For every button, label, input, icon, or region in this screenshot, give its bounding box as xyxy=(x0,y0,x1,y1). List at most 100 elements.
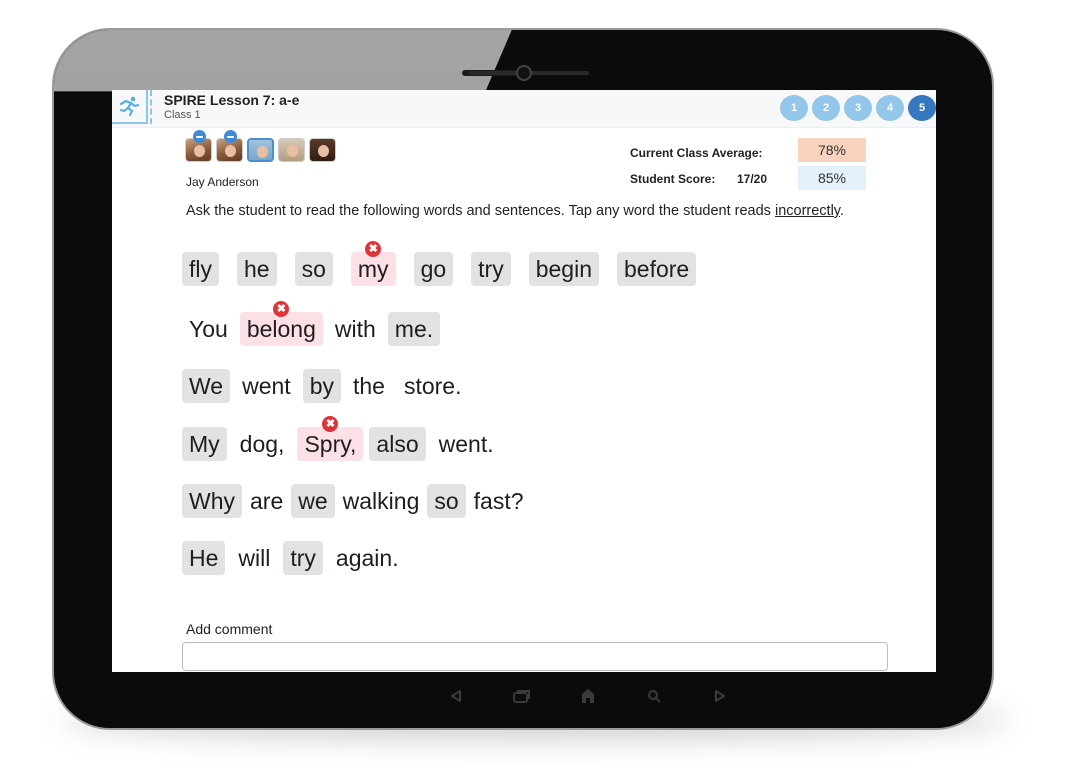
avatar-face xyxy=(257,146,268,158)
avatar[interactable] xyxy=(216,130,243,162)
word-text: dog, xyxy=(239,431,285,457)
comment-input[interactable] xyxy=(182,642,888,671)
camera-icon xyxy=(516,65,532,81)
word-tile[interactable]: We xyxy=(182,369,231,403)
error-x-icon[interactable]: ✖ xyxy=(365,241,382,257)
word-text: Why xyxy=(189,488,235,514)
student-score-fraction: 17/20 xyxy=(737,172,768,186)
word-text: belong xyxy=(246,316,316,342)
word: with xyxy=(328,312,383,346)
word-tile[interactable]: so xyxy=(294,252,333,286)
remove-student-icon[interactable] xyxy=(224,130,237,143)
lesson-title: SPIRE Lesson 7: a-e xyxy=(164,92,300,108)
word-tile[interactable]: fly xyxy=(182,252,219,286)
word-tile[interactable]: he xyxy=(237,252,277,286)
step-2[interactable]: 2 xyxy=(812,95,840,121)
word-text: My xyxy=(189,431,220,457)
sentence-row: He will try again. xyxy=(182,541,406,575)
class-average-label: Current Class Average: xyxy=(630,146,763,160)
word-tile[interactable]: so xyxy=(427,484,466,518)
word-tile[interactable]: by xyxy=(302,369,341,403)
error-x-icon[interactable]: ✖ xyxy=(273,301,290,317)
word-text: go xyxy=(420,256,447,282)
word-text: We xyxy=(189,373,224,399)
class-average-value: 78% xyxy=(798,138,866,162)
word-marked-incorrect[interactable]: my ✖ xyxy=(350,241,396,286)
word-tile[interactable]: My xyxy=(182,427,227,461)
word: the xyxy=(346,369,392,403)
word-text: we xyxy=(298,488,328,514)
step-4[interactable]: 4 xyxy=(876,95,904,121)
word-tile[interactable]: we xyxy=(291,484,335,518)
word: store. xyxy=(397,369,469,403)
student-score-value: 85% xyxy=(798,166,866,190)
word-text: so xyxy=(434,488,459,514)
word-text: He xyxy=(189,545,219,571)
error-x-icon[interactable]: ✖ xyxy=(322,416,339,432)
avatar-face xyxy=(287,145,298,157)
word-tile[interactable]: try xyxy=(471,252,511,286)
header-divider xyxy=(150,90,152,124)
word-text: so xyxy=(301,256,326,282)
word-text: are xyxy=(250,488,284,514)
forward-icon[interactable] xyxy=(710,688,730,704)
back-icon[interactable] xyxy=(446,688,466,704)
word-tile[interactable]: me. xyxy=(387,312,441,346)
word-text: my xyxy=(357,256,389,282)
word-tile[interactable]: Why xyxy=(182,484,242,518)
word-text: also xyxy=(376,431,419,457)
word-marked-incorrect[interactable]: Spry, ✖ xyxy=(297,416,364,461)
sentence-row: We went by the store. xyxy=(182,369,469,403)
recent-apps-icon[interactable] xyxy=(512,688,532,704)
word-text: went xyxy=(242,373,291,399)
home-icon[interactable] xyxy=(578,688,598,704)
word-tile[interactable]: go xyxy=(413,252,454,286)
word-tile[interactable]: begin xyxy=(528,252,599,286)
android-navbar xyxy=(446,688,730,704)
word-text: try xyxy=(290,545,316,571)
word-tile[interactable]: He xyxy=(182,541,226,575)
word: dog, xyxy=(233,427,292,461)
avatar[interactable] xyxy=(247,138,274,162)
step-1[interactable]: 1 xyxy=(780,95,808,121)
word-list-row: fly he so my ✖ go try begin before xyxy=(182,241,697,286)
word-text: he xyxy=(244,256,270,282)
word: fast? xyxy=(467,484,531,518)
word: You xyxy=(182,312,235,346)
word: went. xyxy=(432,427,501,461)
word-marked-incorrect[interactable]: belong ✖ xyxy=(239,301,323,346)
word: again. xyxy=(329,541,406,575)
word: went xyxy=(235,369,298,403)
step-indicator: 12345 xyxy=(780,95,936,121)
word-text: store. xyxy=(403,373,462,399)
remove-student-icon[interactable] xyxy=(193,130,206,143)
step-5[interactable]: 5 xyxy=(908,95,936,121)
avatar-face xyxy=(318,145,329,157)
app-logo[interactable] xyxy=(112,90,148,124)
runner-icon xyxy=(119,96,140,117)
step-3[interactable]: 3 xyxy=(844,95,872,121)
avatar-face xyxy=(194,145,205,157)
word-text: by xyxy=(309,373,334,399)
word-text: the xyxy=(352,373,385,399)
app-header: SPIRE Lesson 7: a-e Class 1 12345 xyxy=(112,90,936,128)
word-text: You xyxy=(189,316,228,342)
avatar[interactable] xyxy=(309,138,336,162)
student-name: Jay Anderson xyxy=(186,175,259,189)
word-tile[interactable]: before xyxy=(617,252,697,286)
word: walking xyxy=(336,484,427,518)
student-avatars xyxy=(185,130,336,162)
tablet-frame: SPIRE Lesson 7: a-e Class 1 12345 Jay An… xyxy=(52,28,994,730)
sentence-row: My dog, Spry, ✖ also went. xyxy=(182,416,501,461)
word-text: will xyxy=(238,545,271,571)
word-text: with xyxy=(334,316,376,342)
avatar[interactable] xyxy=(278,138,305,162)
word-tile[interactable]: try xyxy=(283,541,323,575)
avatar[interactable] xyxy=(185,130,212,162)
instructions-text: Ask the student to read the following wo… xyxy=(186,203,775,219)
word-tile[interactable]: also xyxy=(369,427,426,461)
word-text: me. xyxy=(394,316,434,342)
sentence-row: You belong ✖ with me. xyxy=(182,301,441,346)
word-text: fly xyxy=(189,256,212,282)
search-icon[interactable] xyxy=(644,688,664,704)
